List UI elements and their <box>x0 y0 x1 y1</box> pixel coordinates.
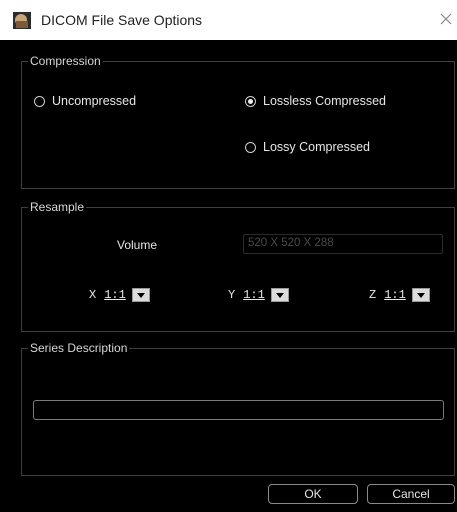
x-axis-select[interactable]: X 1:1 <box>89 288 150 302</box>
dropdown-arrow-icon[interactable] <box>131 288 150 302</box>
radio-circle-icon <box>34 95 45 107</box>
window-title: DICOM File Save Options <box>41 12 203 28</box>
uncompressed-radio[interactable]: Uncompressed <box>34 94 136 108</box>
y-axis-select[interactable]: Y 1:1 <box>228 288 289 302</box>
compression-group: Compression <box>21 54 455 189</box>
resample-group: Resample <box>21 200 455 332</box>
app-icon <box>13 12 31 29</box>
axis-value: 1:1 <box>384 288 406 302</box>
axis-letter: Y <box>228 288 236 302</box>
volume-field[interactable]: 520 X 520 X 288 <box>243 234 443 254</box>
axis-letter: Z <box>369 288 377 302</box>
radio-label: Uncompressed <box>52 94 137 108</box>
axis-value: 1:1 <box>243 288 265 302</box>
axis-value: 1:1 <box>104 288 126 302</box>
radio-circle-icon <box>245 141 256 153</box>
compression-legend: Compression <box>28 54 103 68</box>
radio-checked-icon <box>245 95 256 107</box>
z-axis-select[interactable]: Z 1:1 <box>369 288 430 302</box>
lossy-compressed-radio[interactable]: Lossy Compressed <box>245 140 370 154</box>
dropdown-arrow-icon[interactable] <box>411 288 430 302</box>
series-description-legend: Series Description <box>28 341 130 355</box>
close-icon[interactable] <box>436 9 456 29</box>
cancel-button[interactable]: Cancel <box>367 484 455 504</box>
radio-label: Lossy Compressed <box>263 140 370 154</box>
series-description-input[interactable] <box>33 400 444 420</box>
axis-letter: X <box>89 288 97 302</box>
ok-button[interactable]: OK <box>268 484 358 504</box>
dropdown-arrow-icon[interactable] <box>270 288 289 302</box>
lossless-compressed-radio[interactable]: Lossless Compressed <box>245 94 386 108</box>
radio-label: Lossless Compressed <box>263 94 386 108</box>
volume-label: Volume <box>117 238 158 252</box>
title-bar: DICOM File Save Options <box>0 0 457 40</box>
resample-legend: Resample <box>28 200 87 214</box>
